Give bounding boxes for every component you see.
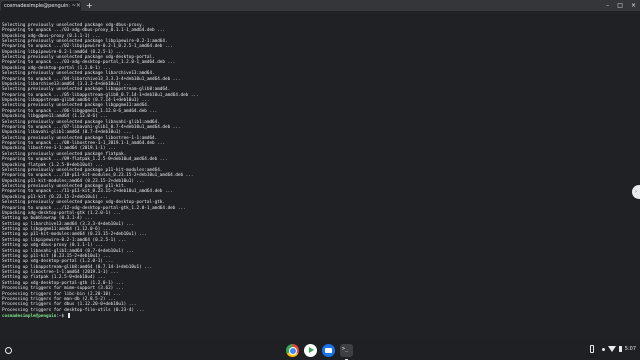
close-window-icon[interactable]: ×	[631, 1, 636, 10]
close-tab-icon[interactable]: ×	[76, 3, 81, 9]
pinned-apps	[286, 344, 353, 360]
tab-bar: cosmadesimple@penguin: ~ × + – □ ×	[0, 0, 640, 11]
scroll-handle[interactable]: ›	[632, 185, 640, 199]
status-tray[interactable]: 5:07	[589, 345, 636, 353]
files-icon[interactable]	[322, 344, 335, 357]
new-tab-button[interactable]: +	[86, 1, 93, 10]
terminal-icon[interactable]	[340, 344, 353, 360]
minimize-icon[interactable]: –	[606, 1, 609, 10]
tab-terminal[interactable]: cosmadesimple@penguin: ~ ×	[1, 1, 81, 11]
chrome-icon[interactable]	[286, 344, 299, 357]
tab-title: cosmadesimple@penguin: ~	[4, 3, 76, 9]
system-status[interactable]: 5:07	[601, 346, 636, 352]
text-cursor	[67, 313, 71, 318]
notification-dot-icon	[601, 347, 605, 351]
battery-icon	[618, 346, 622, 352]
clock: 5:07	[624, 346, 636, 352]
prompt-symbol: $	[61, 314, 67, 319]
terminal-area[interactable]: Selecting previously unselected package …	[0, 11, 640, 334]
shelf: 5:07	[0, 341, 640, 360]
terminal-output: Selecting previously unselected package …	[2, 12, 628, 329]
prompt-user-host: cosmadesimple@penguin	[2, 314, 57, 319]
play-store-icon[interactable]	[304, 344, 317, 357]
wifi-icon	[607, 346, 616, 352]
maximize-icon[interactable]: □	[617, 1, 623, 10]
chevron-right-icon: ›	[635, 189, 637, 195]
terminal-prompt[interactable]: cosmadesimple@penguin:~$	[2, 313, 628, 319]
phone-hub-icon[interactable]	[589, 345, 594, 353]
window-controls: – □ ×	[606, 1, 636, 10]
launcher-icon[interactable]	[5, 347, 12, 354]
